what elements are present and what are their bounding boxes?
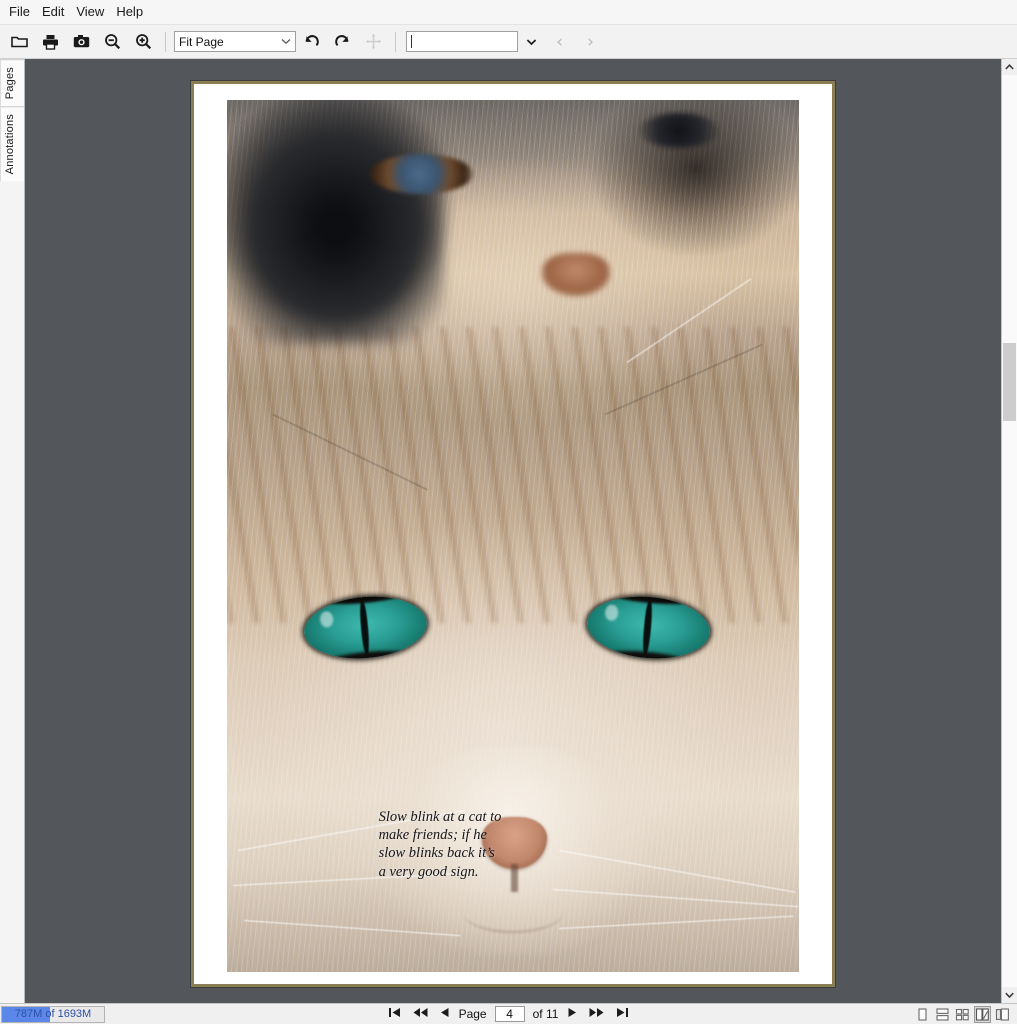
background-cat-ear xyxy=(638,113,719,148)
search-input[interactable] xyxy=(406,31,518,52)
next-page-button[interactable] xyxy=(566,1007,579,1022)
zoom-in-icon xyxy=(135,33,152,50)
single-page-icon xyxy=(918,1007,927,1021)
camera-icon xyxy=(73,34,90,49)
pdf-viewer-window: File Edit View Help Fit Page ‹ › Pages A… xyxy=(0,0,1017,1024)
zoom-level-select[interactable]: Fit Page xyxy=(174,31,296,52)
menu-view[interactable]: View xyxy=(70,2,110,22)
print-button[interactable] xyxy=(35,28,66,56)
chevron-down-icon xyxy=(281,36,291,48)
search-group: ‹ › xyxy=(406,28,606,56)
search-history-dropdown[interactable] xyxy=(518,28,544,56)
document-viewport[interactable]: Slow blink at a cat to make friends; if … xyxy=(25,59,1001,1003)
status-bar: 787M of 1693M Page 4 of 11 xyxy=(0,1003,1017,1024)
page-label: Page xyxy=(458,1007,487,1021)
menu-file[interactable]: File xyxy=(3,2,36,22)
main-body: Pages Annotations Slow blink at a cat to… xyxy=(0,59,1017,1003)
view-mode-single-page[interactable] xyxy=(914,1006,931,1023)
memory-label: 787M of 1693M xyxy=(14,1008,92,1020)
menu-edit[interactable]: Edit xyxy=(36,2,70,22)
chevron-up-icon xyxy=(1005,64,1014,70)
open-button[interactable] xyxy=(4,28,35,56)
book-view-icon xyxy=(975,1007,989,1021)
folder-icon xyxy=(11,34,28,49)
chevron-down-icon xyxy=(526,35,537,49)
view-mode-facing[interactable] xyxy=(954,1006,971,1023)
left-eye-glint xyxy=(319,610,334,628)
page-navigation: Page 4 of 11 xyxy=(0,1006,1017,1022)
page-photograph: Slow blink at a cat to make friends; if … xyxy=(227,100,799,972)
snapshot-button[interactable] xyxy=(66,28,97,56)
facing-pages-icon xyxy=(955,1008,969,1020)
rotate-right-button[interactable] xyxy=(327,28,358,56)
scroll-down-button[interactable] xyxy=(1002,987,1017,1003)
cat-mouth xyxy=(461,889,565,933)
zoom-out-icon xyxy=(104,33,121,50)
printer-icon xyxy=(42,34,59,50)
cat-philtrum xyxy=(510,863,519,892)
fast-forward-icon xyxy=(589,1007,604,1017)
rotate-left-button[interactable] xyxy=(296,28,327,56)
skip-last-icon xyxy=(617,1007,629,1017)
continuous-pages-icon xyxy=(936,1007,949,1021)
sidebar-tab-pages[interactable]: Pages xyxy=(0,59,24,107)
rewind-icon xyxy=(413,1007,428,1017)
page-count-label: of 11 xyxy=(532,1007,559,1021)
zoom-level-value: Fit Page xyxy=(179,34,224,49)
last-page-button[interactable] xyxy=(614,1007,631,1022)
memory-indicator[interactable]: 787M of 1693M xyxy=(1,1005,105,1023)
view-mode-book[interactable] xyxy=(974,1005,991,1023)
menu-help[interactable]: Help xyxy=(110,2,149,22)
background-cat-eye xyxy=(370,154,473,195)
triangle-right-icon xyxy=(568,1007,577,1017)
chevron-down-icon xyxy=(1005,992,1014,998)
sidebar-tab-strip: Pages Annotations xyxy=(0,59,25,1003)
find-next-button[interactable]: › xyxy=(575,28,606,56)
skip-first-icon xyxy=(388,1007,400,1017)
zoom-out-button[interactable] xyxy=(97,28,128,56)
view-mode-cover[interactable] xyxy=(994,1006,1011,1023)
first-page-button[interactable] xyxy=(386,1007,403,1022)
photo-caption: Slow blink at a cat to make friends; if … xyxy=(378,809,502,880)
triangle-left-icon xyxy=(440,1007,449,1017)
scrollbar-track[interactable] xyxy=(1002,75,1017,987)
background-cat-shadow xyxy=(227,100,445,345)
document-page[interactable]: Slow blink at a cat to make friends; if … xyxy=(191,81,835,987)
scroll-up-button[interactable] xyxy=(1002,59,1017,75)
previous-page-button[interactable] xyxy=(438,1007,451,1022)
rotate-left-icon xyxy=(303,33,320,50)
page-number-input[interactable]: 4 xyxy=(494,1006,525,1022)
fast-rewind-button[interactable] xyxy=(411,1007,430,1022)
fast-forward-button[interactable] xyxy=(587,1007,606,1022)
cat-left-eye xyxy=(301,591,430,664)
sidebar-tab-annotations[interactable]: Annotations xyxy=(0,106,24,182)
pan-tool-button[interactable] xyxy=(358,28,389,56)
chevron-right-icon: › xyxy=(587,31,594,52)
vertical-scrollbar[interactable] xyxy=(1001,59,1017,1003)
scrollbar-thumb[interactable] xyxy=(1003,343,1016,421)
move-arrows-icon xyxy=(365,33,382,50)
chevron-left-icon: ‹ xyxy=(556,31,563,52)
rotate-right-icon xyxy=(334,33,351,50)
find-previous-button[interactable]: ‹ xyxy=(544,28,575,56)
cat-right-eye xyxy=(584,591,713,664)
zoom-in-button[interactable] xyxy=(128,28,159,56)
view-mode-continuous[interactable] xyxy=(934,1006,951,1023)
toolbar: Fit Page ‹ › xyxy=(0,25,1017,59)
sidebar-filler xyxy=(0,181,24,1003)
menu-bar: File Edit View Help xyxy=(0,0,1017,25)
toolbar-separator-1 xyxy=(165,31,166,52)
view-mode-buttons xyxy=(914,1005,1017,1023)
background-cat-nose xyxy=(541,252,611,297)
text-cursor xyxy=(411,35,412,48)
cover-view-icon xyxy=(995,1007,1009,1021)
toolbar-separator-2 xyxy=(395,31,396,52)
